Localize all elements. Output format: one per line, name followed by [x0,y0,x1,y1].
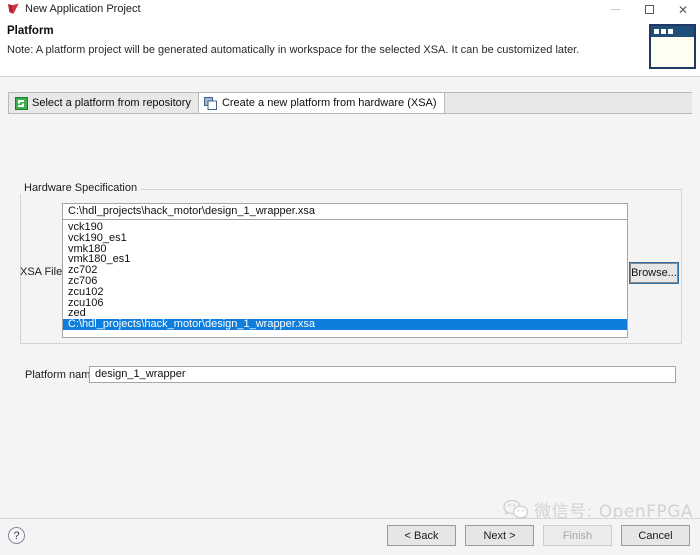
dialog-window-graphic [649,24,696,69]
tab-label: Create a new platform from hardware (XSA… [221,97,437,109]
tab-label: Select a platform from repository [32,97,191,109]
repository-icon [14,96,28,110]
hardware-specification-label: Hardware Specification [20,182,142,194]
maximize-button[interactable] [632,0,666,19]
list-item[interactable]: zed [63,308,627,319]
footer-button-group: < Back Next > Finish Cancel [387,525,690,546]
browse-button[interactable]: Browse... [629,262,679,284]
list-item[interactable]: vck190 [63,222,627,233]
list-item[interactable]: zc706 [63,276,627,287]
list-item[interactable]: zcu106 [63,298,627,309]
cancel-button[interactable]: Cancel [621,525,690,546]
page-title: Platform [7,25,54,37]
tabstrip-filler [443,92,692,113]
tab-select-from-repository[interactable]: Select a platform from repository [8,92,199,113]
window-controls: ✕ [598,0,700,19]
window-titlebar: New Application Project ✕ [0,0,700,19]
minimize-button[interactable] [598,0,632,19]
xsa-file-combo-input[interactable]: C:\hdl_projects\hack_motor\design_1_wrap… [62,203,628,220]
list-item-selected[interactable]: C:\hdl_projects\hack_motor\design_1_wrap… [63,319,627,330]
xilinx-checkmark-icon [5,2,21,18]
xsa-file-dropdown-list[interactable]: vck190 vck190_es1 vmk180 vmk180_es1 zc70… [62,220,628,338]
list-item[interactable]: vmk180 [63,244,627,255]
close-button[interactable]: ✕ [666,0,700,19]
list-item[interactable]: zc702 [63,265,627,276]
page-note: Note: A platform project will be generat… [7,44,580,56]
wizard-body: Select a platform from repository Create… [0,77,700,518]
help-button[interactable]: ? [8,527,25,544]
xsa-file-label: XSA File: [20,266,66,278]
back-button[interactable]: < Back [387,525,456,546]
wizard-header: Platform Note: A platform project will b… [0,19,700,77]
next-button[interactable]: Next > [465,525,534,546]
list-item[interactable]: vmk180_es1 [63,254,627,265]
window-title: New Application Project [25,3,141,15]
tab-create-from-hardware-xsa[interactable]: Create a new platform from hardware (XSA… [197,92,445,113]
list-item[interactable]: vck190_es1 [63,233,627,244]
platform-source-tabs: Select a platform from repository Create… [8,92,692,114]
finish-button: Finish [543,525,612,546]
hardware-xsa-icon [204,96,218,110]
platform-name-input[interactable]: design_1_wrapper [89,366,676,383]
list-item[interactable]: zcu102 [63,287,627,298]
wizard-footer: ? < Back Next > Finish Cancel [0,518,700,555]
